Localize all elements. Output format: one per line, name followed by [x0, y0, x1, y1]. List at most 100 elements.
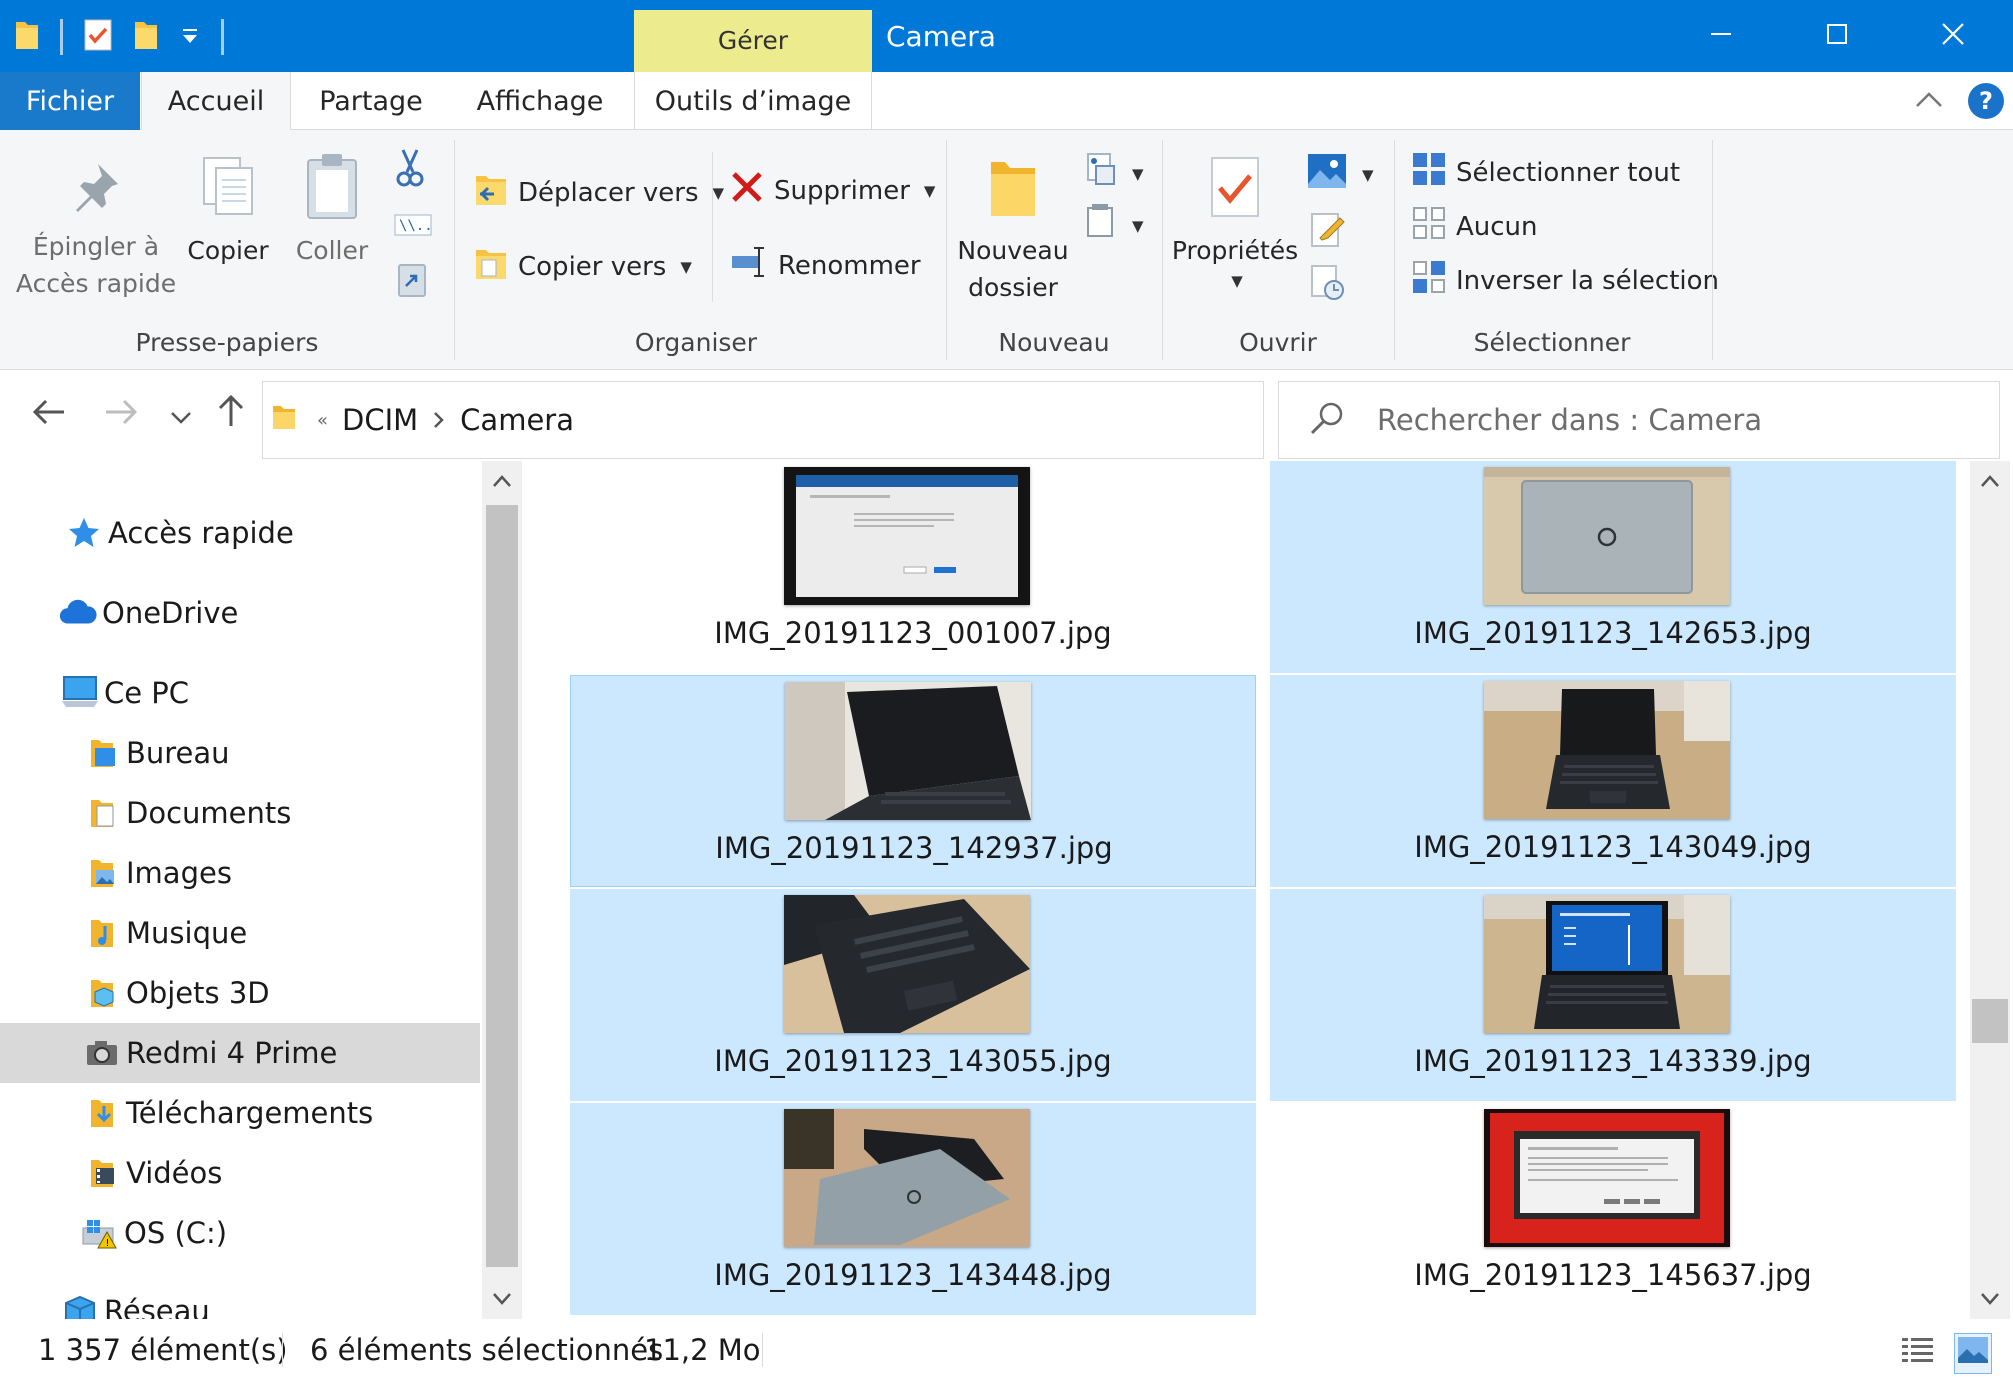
nav-label: Accès rapide [108, 516, 294, 550]
search-input[interactable] [1377, 398, 1977, 442]
delete-icon [730, 170, 764, 211]
new-folder-quick-icon[interactable] [133, 18, 159, 56]
scroll-down-icon[interactable] [1980, 1291, 2000, 1310]
selection-size: 11,2 Mo [644, 1333, 761, 1367]
delete-button[interactable]: Supprimer ▼ [730, 170, 935, 211]
file-tile[interactable]: IMG_20191123_001007.jpg [570, 461, 1256, 673]
tab-fichier[interactable]: Fichier [0, 72, 140, 130]
drive-warning-icon: ! [80, 1213, 120, 1253]
scroll-down-icon[interactable] [492, 1291, 512, 1310]
address-row: « DCIM Camera [0, 371, 2013, 461]
file-tile[interactable]: IMG_20191123_142653.jpg [1270, 461, 1956, 673]
select-none-label: Aucun [1456, 211, 1538, 242]
file-tile[interactable]: IMG_20191123_143448.jpg [570, 1103, 1256, 1315]
nav-videos[interactable]: Vidéos [0, 1143, 480, 1203]
scroll-up-icon[interactable] [492, 473, 512, 492]
content-scrollbar-thumb[interactable] [1972, 999, 2008, 1043]
collapse-ribbon-icon[interactable] [1914, 88, 1944, 116]
select-none-button[interactable]: Aucun [1412, 206, 1538, 247]
tab-affichage[interactable]: Affichage [452, 72, 628, 130]
pin-quick-access-button[interactable]: Épingler à Accès rapide [14, 158, 178, 302]
easy-access-button[interactable]: ▼ [1082, 204, 1144, 247]
properties-button[interactable]: Propriétés ▼ [1170, 152, 1300, 300]
file-tile[interactable]: IMG_20191123_143049.jpg [1270, 675, 1956, 887]
nav-objets-3d[interactable]: Objets 3D [0, 963, 480, 1023]
move-to-label: Déplacer vers [518, 177, 699, 208]
file-tile[interactable]: IMG_20191123_143339.jpg [1270, 889, 1956, 1101]
breadcrumb-camera[interactable]: Camera [460, 403, 574, 437]
back-button[interactable] [24, 393, 74, 437]
nav-os-c[interactable]: ! OS (C:) [0, 1203, 480, 1263]
quick-access-toolbar [14, 14, 224, 60]
chevron-down-icon: ▼ [1132, 216, 1144, 235]
paste-shortcut-icon[interactable] [396, 260, 428, 302]
history-icon[interactable] [1310, 264, 1346, 306]
cut-icon[interactable] [394, 148, 426, 192]
file-tile[interactable]: IMG_20191123_145637.jpg [1270, 1103, 1956, 1315]
folder-icon [14, 18, 40, 56]
nav-redmi-4-prime[interactable]: Redmi 4 Prime [0, 1023, 480, 1083]
up-button[interactable] [206, 393, 256, 437]
forward-button[interactable] [96, 393, 146, 437]
properties-quick-icon[interactable] [83, 18, 113, 56]
tab-partage[interactable]: Partage [300, 72, 442, 130]
status-separator [762, 1333, 763, 1367]
content-scrollbar[interactable] [1970, 461, 2010, 1319]
nav-images[interactable]: Images [0, 843, 480, 903]
scroll-up-icon[interactable] [1980, 473, 2000, 492]
image-thumbnail [785, 682, 1031, 820]
svg-text:\\...: \\... [399, 218, 432, 234]
copy-path-icon[interactable]: \\... [394, 212, 441, 242]
nav-documents[interactable]: Documents [0, 783, 480, 843]
minimize-button[interactable] [1663, 0, 1779, 72]
file-name: IMG_20191123_143339.jpg [1414, 1044, 1812, 1078]
select-all-button[interactable]: Sélectionner tout [1412, 152, 1680, 193]
nav-telechargements[interactable]: Téléchargements [0, 1083, 480, 1143]
qat-separator [221, 19, 224, 55]
paste-icon [302, 152, 362, 232]
nav-onedrive[interactable]: OneDrive [0, 583, 480, 643]
edit-icon[interactable] [1310, 210, 1346, 252]
move-to-button[interactable]: Déplacer vers ▼ [474, 170, 724, 215]
maximize-button[interactable] [1779, 0, 1895, 72]
file-name: IMG_20191123_143055.jpg [714, 1044, 1112, 1078]
nav-bureau[interactable]: Bureau [0, 723, 480, 783]
details-view-icon[interactable] [1900, 1335, 1936, 1372]
properties-icon [1206, 152, 1264, 232]
customize-qat-icon[interactable] [179, 18, 201, 56]
tab-accueil[interactable]: Accueil [141, 72, 291, 131]
address-bar[interactable]: « DCIM Camera [262, 381, 1502, 459]
new-folder-label-line2: dossier [968, 273, 1058, 302]
nav-scrollbar-thumb[interactable] [486, 505, 518, 1267]
copy-button[interactable]: Copier [180, 154, 276, 269]
file-tile[interactable]: IMG_20191123_143055.jpg [570, 889, 1256, 1101]
new-item-icon [1082, 152, 1118, 195]
close-button[interactable] [1895, 0, 2011, 72]
breadcrumb: « DCIM Camera [271, 382, 574, 458]
new-folder-button[interactable]: Nouveau dossier [954, 154, 1072, 306]
copy-to-button[interactable]: Copier vers ▼ [474, 244, 692, 289]
chevron-right-icon[interactable] [432, 403, 446, 437]
nav-this-pc[interactable]: Ce PC [0, 663, 480, 723]
breadcrumb-dcim[interactable]: DCIM [342, 403, 418, 437]
nav-label: Musique [126, 916, 248, 950]
nav-musique[interactable]: Musique [0, 903, 480, 963]
tab-outils-image[interactable]: Outils d’image [634, 72, 872, 130]
recent-locations-button[interactable] [156, 393, 206, 437]
breadcrumb-overflow[interactable]: « [317, 410, 328, 431]
paste-button[interactable]: Coller [284, 152, 380, 269]
nav-scrollbar[interactable] [482, 461, 522, 1319]
rename-label: Renommer [778, 250, 921, 281]
large-icons-view-icon[interactable] [1954, 1333, 1992, 1374]
help-button[interactable]: ? [1968, 83, 2004, 119]
rename-button[interactable]: Renommer [730, 244, 921, 287]
file-tile[interactable]: IMG_20191123_142937.jpg [570, 675, 1256, 887]
camera-device-icon [82, 1033, 122, 1073]
search-box[interactable] [1278, 381, 2000, 459]
invert-selection-button[interactable]: Inverser la sélection [1412, 260, 1719, 301]
new-item-button[interactable]: ▼ [1082, 152, 1144, 195]
open-button[interactable]: ▼ [1306, 150, 1374, 199]
copy-to-label: Copier vers [518, 251, 667, 282]
chevron-down-icon: ▼ [1132, 164, 1144, 183]
nav-quick-access[interactable]: Accès rapide [0, 503, 480, 563]
